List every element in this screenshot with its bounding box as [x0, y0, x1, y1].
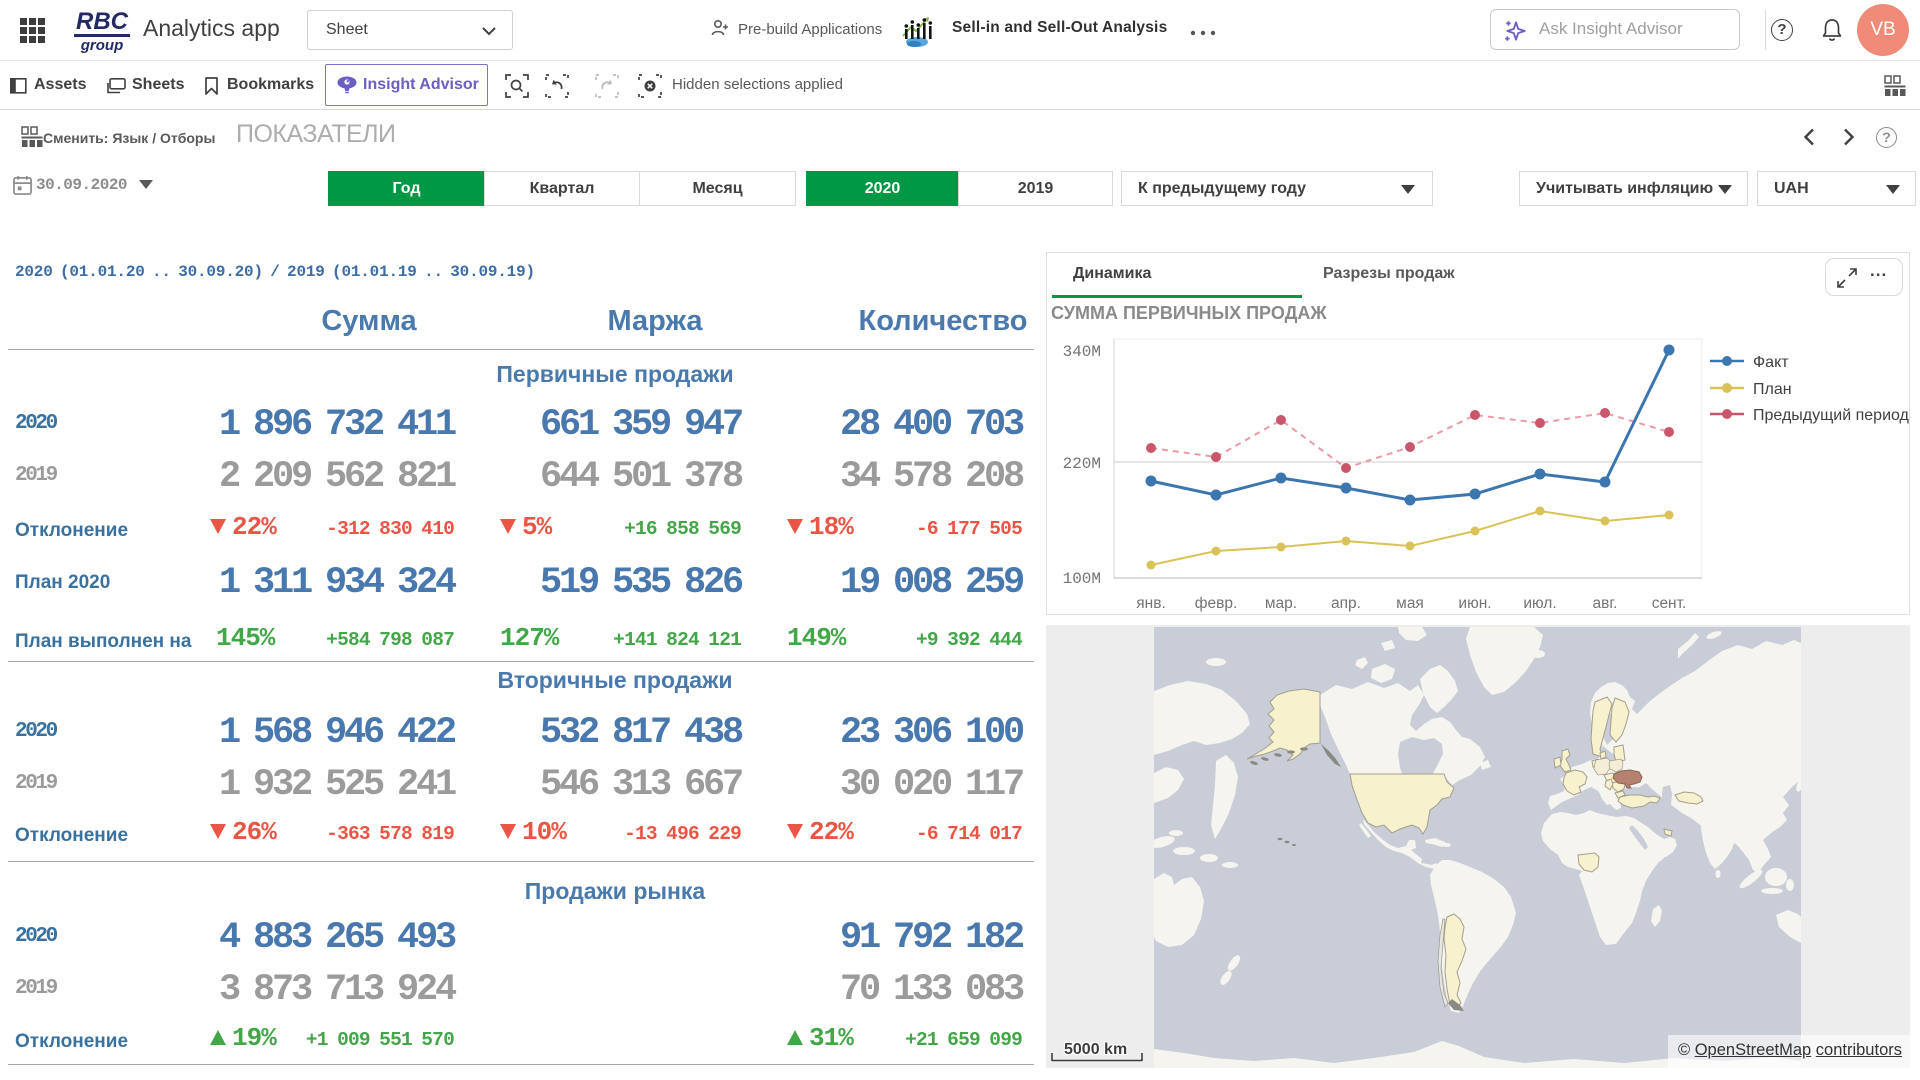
svg-text:июн.: июн.: [1458, 595, 1491, 612]
svg-text:Предыдущий период: Предыдущий период: [1753, 407, 1909, 424]
svg-text:апр.: апр.: [1331, 595, 1361, 612]
svg-text:янв.: янв.: [1136, 595, 1166, 612]
svg-text:План: План: [1753, 381, 1792, 398]
svg-text:авг.: авг.: [1593, 595, 1618, 612]
svg-text:220M: 220M: [1063, 455, 1101, 473]
svg-text:июл.: июл.: [1523, 595, 1556, 612]
svg-text:Факт: Факт: [1753, 354, 1789, 371]
svg-text:мая: мая: [1396, 595, 1424, 612]
svg-text:100M: 100M: [1063, 570, 1101, 588]
svg-text:мар.: мар.: [1265, 595, 1297, 612]
svg-text:сент.: сент.: [1652, 595, 1687, 612]
svg-text:февр.: февр.: [1195, 595, 1238, 612]
svg-text:340M: 340M: [1063, 343, 1101, 361]
